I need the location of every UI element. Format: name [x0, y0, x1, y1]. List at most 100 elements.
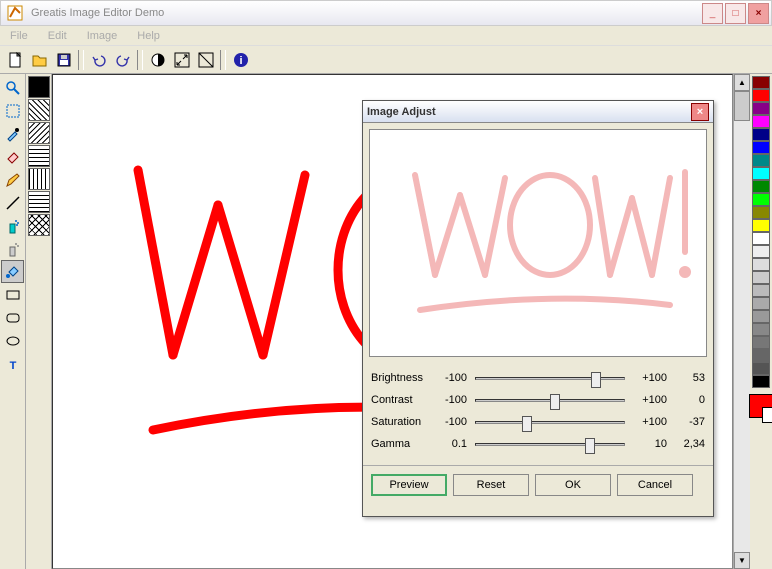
- crop-button[interactable]: [194, 49, 217, 71]
- scroll-up-icon[interactable]: ▲: [734, 74, 750, 91]
- save-button[interactable]: [52, 49, 75, 71]
- color-swatch[interactable]: [752, 258, 770, 271]
- menu-edit[interactable]: Edit: [42, 28, 73, 44]
- color-swatch[interactable]: [752, 115, 770, 128]
- color-swatch[interactable]: [752, 76, 770, 89]
- select-tool[interactable]: [1, 99, 24, 122]
- color-swatch[interactable]: [752, 180, 770, 193]
- dialog-title: Image Adjust: [367, 106, 691, 118]
- color-swatch[interactable]: [752, 271, 770, 284]
- zoom-tool[interactable]: [1, 76, 24, 99]
- slider-value: 2,34: [671, 438, 705, 450]
- reset-button[interactable]: Reset: [453, 474, 529, 496]
- minimize-button[interactable]: _: [702, 3, 723, 24]
- color-swatch[interactable]: [752, 336, 770, 349]
- slider-max: +100: [633, 394, 667, 406]
- ellipse-tool[interactable]: [1, 329, 24, 352]
- slider-min: 0.1: [435, 438, 467, 450]
- text-tool[interactable]: T: [1, 352, 24, 375]
- spray2-tool[interactable]: [1, 237, 24, 260]
- spray-tool[interactable]: [1, 214, 24, 237]
- fill-tool[interactable]: [1, 260, 24, 283]
- maximize-button[interactable]: □: [725, 3, 746, 24]
- scroll-down-icon[interactable]: ▼: [734, 552, 750, 569]
- slider-value: 53: [671, 372, 705, 384]
- slider-max: +100: [633, 416, 667, 428]
- color-swatch[interactable]: [752, 349, 770, 362]
- svg-text:T: T: [9, 360, 16, 372]
- pattern-cross[interactable]: [28, 214, 50, 236]
- scroll-thumb[interactable]: [734, 91, 750, 121]
- slider-label: Gamma: [371, 438, 431, 450]
- color-swatch[interactable]: [752, 284, 770, 297]
- info-button[interactable]: i: [229, 49, 252, 71]
- preview-button[interactable]: Preview: [371, 474, 447, 496]
- close-button[interactable]: ×: [748, 3, 769, 24]
- color-swatch[interactable]: [752, 167, 770, 180]
- adjust-contrast-button[interactable]: [146, 49, 169, 71]
- eraser-tool[interactable]: [1, 145, 24, 168]
- menu-help[interactable]: Help: [131, 28, 166, 44]
- color-swatch[interactable]: [752, 206, 770, 219]
- pattern-solid[interactable]: [28, 76, 50, 98]
- window-titlebar: Greatis Image Editor Demo _ □ ×: [0, 0, 772, 26]
- svg-text:i: i: [239, 55, 242, 67]
- slider-row: Brightness-100+10053: [371, 367, 705, 389]
- color-swatch[interactable]: [752, 362, 770, 375]
- rect-tool[interactable]: [1, 283, 24, 306]
- open-button[interactable]: [28, 49, 51, 71]
- pattern-diag2[interactable]: [28, 122, 50, 144]
- vertical-scrollbar[interactable]: ▲ ▼: [733, 74, 750, 569]
- slider-gamma[interactable]: [471, 435, 629, 453]
- slider-label: Saturation: [371, 416, 431, 428]
- adjust-preview: [369, 129, 707, 357]
- line-tool[interactable]: [1, 191, 24, 214]
- app-icon: [7, 5, 23, 21]
- color-swatch[interactable]: [752, 323, 770, 336]
- color-swatch[interactable]: [752, 102, 770, 115]
- slider-label: Contrast: [371, 394, 431, 406]
- slider-row: Contrast-100+1000: [371, 389, 705, 411]
- color-swatch[interactable]: [752, 245, 770, 258]
- color-swatch[interactable]: [752, 154, 770, 167]
- pattern-horiz[interactable]: [28, 191, 50, 213]
- pattern-grid[interactable]: [28, 145, 50, 167]
- slider-min: -100: [435, 372, 467, 384]
- color-swatch[interactable]: [752, 375, 770, 388]
- picker-tool[interactable]: [1, 122, 24, 145]
- slider-contrast[interactable]: [471, 391, 629, 409]
- pattern-palette: [26, 74, 52, 569]
- redo-button[interactable]: [111, 49, 134, 71]
- slider-row: Gamma0.1102,34: [371, 433, 705, 455]
- menu-file[interactable]: File: [4, 28, 34, 44]
- color-swatch[interactable]: [752, 232, 770, 245]
- color-swatch[interactable]: [752, 297, 770, 310]
- window-title: Greatis Image Editor Demo: [31, 7, 702, 19]
- color-swatch[interactable]: [752, 219, 770, 232]
- roundrect-tool[interactable]: [1, 306, 24, 329]
- color-swatch[interactable]: [752, 310, 770, 323]
- tool-palette: T: [0, 74, 26, 569]
- color-swatch[interactable]: [752, 141, 770, 154]
- dialog-titlebar[interactable]: Image Adjust ×: [363, 101, 713, 123]
- color-swatch[interactable]: [752, 128, 770, 141]
- pencil-tool[interactable]: [1, 168, 24, 191]
- cancel-button[interactable]: Cancel: [617, 474, 693, 496]
- new-button[interactable]: [4, 49, 27, 71]
- dialog-close-button[interactable]: ×: [691, 103, 709, 121]
- image-adjust-dialog: Image Adjust × Brightness-100+10053 Contr…: [362, 100, 714, 517]
- slider-saturation[interactable]: [471, 413, 629, 431]
- menu-bar: File Edit Image Help: [0, 26, 772, 46]
- color-swatch[interactable]: [752, 89, 770, 102]
- current-color[interactable]: [749, 394, 772, 418]
- slider-brightness[interactable]: [471, 369, 629, 387]
- color-swatch[interactable]: [752, 193, 770, 206]
- undo-button[interactable]: [87, 49, 110, 71]
- pattern-diag1[interactable]: [28, 99, 50, 121]
- pattern-vert[interactable]: [28, 168, 50, 190]
- ok-button[interactable]: OK: [535, 474, 611, 496]
- slider-value: 0: [671, 394, 705, 406]
- resize-button[interactable]: [170, 49, 193, 71]
- menu-image[interactable]: Image: [81, 28, 124, 44]
- color-palette: [750, 74, 772, 569]
